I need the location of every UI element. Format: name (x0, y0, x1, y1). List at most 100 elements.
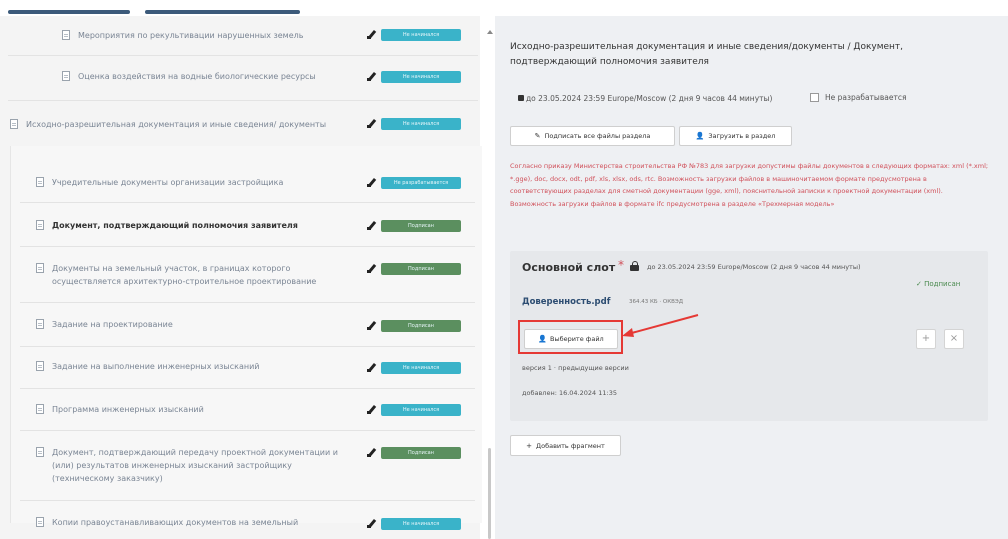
tree-item[interactable]: Документ, подтверждающий передачу проект… (36, 446, 356, 485)
user-upload-icon: 👤 (695, 132, 705, 140)
divider (20, 246, 475, 247)
document-icon (36, 447, 44, 457)
status-badge: Подписан (381, 320, 461, 332)
upload-to-section-button[interactable]: 👤 Загрузить в раздел (679, 126, 792, 146)
status-badge: Не начинался (381, 29, 461, 41)
add-file-icon[interactable]: + (916, 329, 936, 349)
document-icon (10, 119, 18, 129)
format-requirements-note: Согласно приказу Министерства строительс… (510, 162, 989, 208)
checkbox-label: Не разрабатывается (825, 93, 907, 102)
document-icon (36, 319, 44, 329)
divider (20, 388, 475, 389)
document-title: Исходно-разрешительная документация и ин… (510, 42, 904, 67)
tree-item-status: Подписан (367, 320, 461, 332)
tree-item-label: Копии правоустанавливающих документов на… (52, 518, 299, 527)
document-icon (36, 220, 44, 230)
pen-icon[interactable] (367, 221, 377, 231)
annotation-arrow-icon (622, 314, 699, 337)
tree-item[interactable]: Программа инженерных изысканий (36, 403, 356, 416)
tree-item-status: Подписан (367, 447, 461, 459)
tree-item-label: Исходно-разрешительная документация и ин… (26, 120, 327, 129)
divider (20, 346, 475, 347)
divider (8, 55, 478, 56)
pen-icon[interactable] (367, 448, 377, 458)
button-label: Подписать все файлы раздела (544, 132, 651, 140)
divider (8, 100, 478, 101)
document-icon (36, 177, 44, 187)
tree-item-ird[interactable]: Исходно-разрешительная документация и ин… (10, 118, 330, 131)
button-label: Добавить фрагмент (536, 441, 605, 450)
tree-item-status: Подписан (367, 263, 461, 275)
tree-item-label: Учредительные документы организации заст… (52, 178, 284, 187)
tree-item[interactable]: Учредительные документы организации заст… (36, 176, 356, 189)
status-badge: Подписан (381, 263, 461, 275)
add-fragment-button[interactable]: + Добавить фрагмент (510, 435, 621, 456)
status-badge: Не начинался (381, 118, 461, 130)
file-link[interactable]: Доверенность.pdf (522, 297, 610, 307)
pen-icon[interactable] (367, 321, 377, 331)
button-label: Загрузить в раздел (708, 132, 776, 140)
tree-item-label: Задание на проектирование (52, 320, 173, 329)
divider (20, 202, 475, 203)
pen-icon[interactable] (367, 178, 377, 188)
tree-item-status: Подписан (367, 220, 461, 232)
status-badge: Не начинался (381, 362, 461, 374)
tree-item[interactable]: Задание на выполнение инженерных изыскан… (36, 360, 356, 373)
annotation-highlight-box (518, 320, 623, 354)
tree-item-label: Мероприятия по рекультивации нарушенных … (78, 31, 304, 40)
pen-icon[interactable] (367, 119, 377, 129)
tree-item-label: Документы на земельный участок, в границ… (52, 264, 317, 286)
document-icon (36, 517, 44, 527)
divider (20, 302, 475, 303)
top-tab-1[interactable] (8, 10, 130, 14)
pen-icon[interactable] (367, 519, 377, 529)
tree-item[interactable]: Копии правоустанавливающих документов на… (36, 516, 356, 529)
tree-item-label: Оценка воздействия на водные биологическ… (78, 72, 316, 81)
lock-icon (630, 261, 640, 272)
section-deadline: до 23.05.2024 23:59 Europe/Moscow (2 дня… (518, 92, 798, 105)
file-version[interactable]: версия 1 · предыдущие версии (522, 364, 629, 372)
checkbox-box[interactable] (810, 93, 819, 102)
tree-item[interactable]: Задание на проектирование (36, 318, 356, 331)
top-tab-strip (0, 0, 1008, 14)
file-meta: 364.43 КБ · ОКВЭД (629, 299, 684, 305)
plus-icon: + (526, 441, 533, 450)
tree-item-status: Не начинался (367, 362, 461, 374)
tree-item-label: Задание на выполнение инженерных изыскан… (52, 362, 260, 371)
status-badge: Не начинался (381, 518, 461, 530)
top-tab-2[interactable] (145, 10, 300, 14)
tree-item-status: Не начинался (367, 404, 461, 416)
deadline-text: до 23.05.2024 23:59 Europe/Moscow (2 дня… (526, 94, 773, 103)
pen-icon[interactable] (367, 30, 377, 40)
tree-item-status: Не разрабатывается (367, 177, 461, 189)
signed-status: ✓ Подписан (916, 280, 961, 288)
pen-icon[interactable] (367, 264, 377, 274)
scrollbar-thumb[interactable] (488, 448, 491, 539)
required-mark: * (618, 258, 624, 272)
tree-item[interactable]: Оценка воздействия на водные биологическ… (62, 70, 352, 83)
tree-item-status: Не начинался (367, 118, 461, 130)
divider (20, 430, 475, 431)
tree-item-label: Документ, подтверждающий полномочия заяв… (52, 221, 298, 230)
status-badge: Подписан (381, 447, 461, 459)
pen-icon (518, 95, 524, 101)
pen-icon[interactable] (367, 405, 377, 415)
not-developed-checkbox[interactable]: Не разрабатывается (810, 93, 907, 102)
scroll-up-arrow-icon[interactable] (487, 30, 493, 34)
status-badge: Не начинался (381, 404, 461, 416)
document-icon (36, 404, 44, 414)
signature-icon: ✎ (534, 132, 541, 140)
tree-item[interactable]: Мероприятия по рекультивации нарушенных … (62, 29, 332, 42)
remove-file-icon[interactable]: × (944, 329, 964, 349)
sign-all-files-button[interactable]: ✎ Подписать все файлы раздела (510, 126, 675, 146)
pen-icon[interactable] (367, 72, 377, 82)
tree-item-status: Не начинался (367, 71, 461, 83)
document-icon (62, 30, 70, 40)
slot-deadline: до 23.05.2024 23:59 Europe/Moscow (2 дня… (647, 263, 861, 271)
tree-item-label: Программа инженерных изысканий (52, 405, 204, 414)
tree-item-selected[interactable]: Документ, подтверждающий полномочия заяв… (36, 219, 366, 232)
tree-item-status: Не начинался (367, 29, 461, 41)
tree-item[interactable]: Документы на земельный участок, в границ… (36, 262, 356, 288)
slot-title: Основной слот (522, 261, 616, 274)
pen-icon[interactable] (367, 363, 377, 373)
